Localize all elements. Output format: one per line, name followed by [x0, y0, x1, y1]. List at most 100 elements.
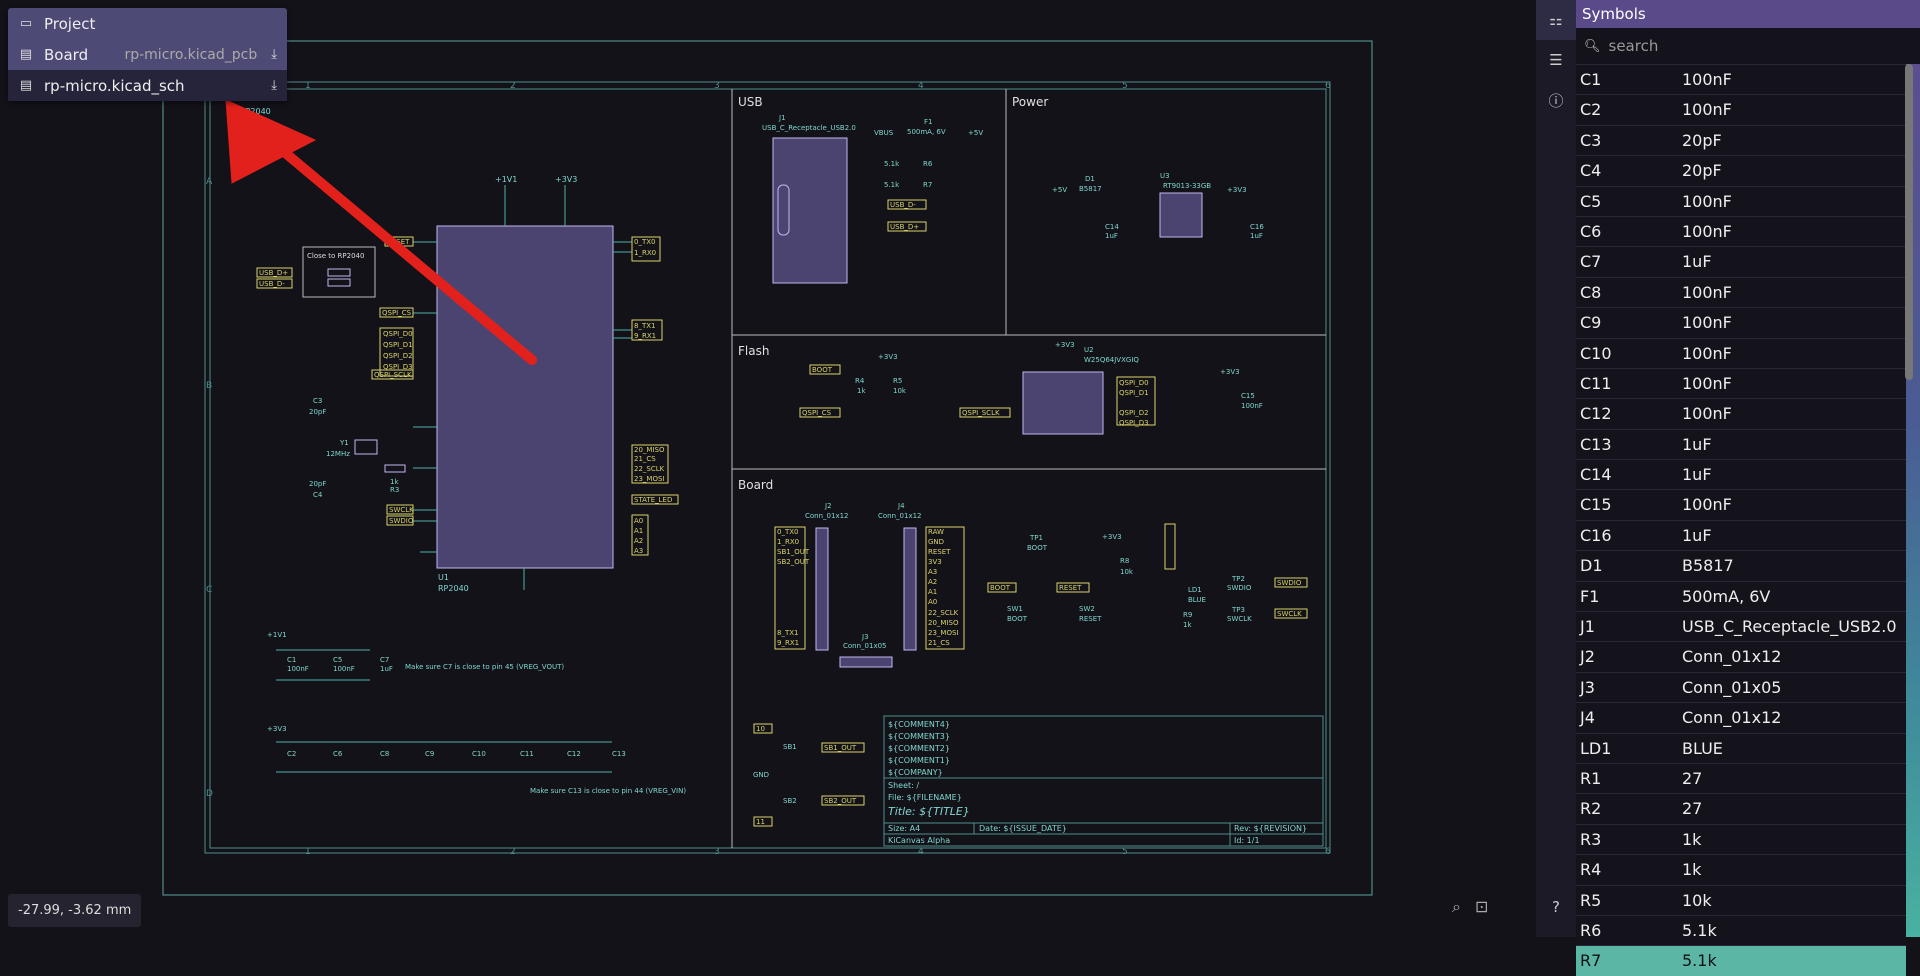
svg-text:2: 2	[510, 847, 516, 857]
svg-text:+3V3: +3V3	[878, 353, 898, 361]
symbol-row[interactable]: C12 100nF	[1576, 398, 1906, 429]
symbol-ref: J2	[1580, 647, 1595, 667]
symbol-value: 20pF	[1682, 130, 1722, 150]
symbol-row[interactable]: C15 100nF	[1576, 489, 1906, 520]
symbol-row[interactable]: C7 1uF	[1576, 246, 1906, 277]
symbol-row[interactable]: R1 27	[1576, 762, 1906, 794]
svg-text:+3V3: +3V3	[1227, 186, 1247, 194]
list-icon[interactable]: ☰	[1536, 40, 1576, 80]
symbol-row[interactable]: C1 100nF	[1576, 64, 1906, 95]
svg-text:RAW: RAW	[928, 528, 944, 536]
schematic-drawing[interactable]: 1 2 3 4 5 6 1 2 3 4 5 6 A B C D USB Power Flash Board…	[0, 0, 1536, 937]
symbol-row[interactable]: C11 100nF	[1576, 367, 1906, 399]
symbol-row[interactable]: C16 1uF	[1576, 519, 1906, 551]
download-icon[interactable]: ⤓	[271, 47, 277, 62]
svg-text:6: 6	[1325, 81, 1331, 91]
svg-text:J1: J1	[778, 114, 786, 122]
symbol-value: Conn_01x12	[1682, 647, 1782, 667]
symbol-row[interactable]: C8 100nF	[1576, 276, 1906, 308]
symbol-row[interactable]: C13 1uF	[1576, 428, 1906, 460]
symbols-icon[interactable]: ⚏	[1536, 0, 1576, 40]
svg-text:+3V3: +3V3	[555, 175, 577, 184]
symbol-row[interactable]: C3 20pF	[1576, 124, 1906, 156]
svg-text:10: 10	[756, 725, 765, 733]
help-icon[interactable]: ?	[1536, 887, 1576, 927]
symbol-value: 100nF	[1682, 313, 1732, 333]
symbol-value: 100nF	[1682, 282, 1732, 302]
zoom-to-page-icon[interactable]: ⊡	[1475, 897, 1488, 917]
svg-text:4: 4	[918, 847, 924, 857]
schematic-canvas[interactable]: 1 2 3 4 5 6 1 2 3 4 5 6 A B C D USB Power Flash Board…	[0, 0, 1536, 937]
symbol-row[interactable]: D1 B5817	[1576, 550, 1906, 581]
svg-text:A3: A3	[928, 568, 937, 576]
symbol-row[interactable]: C6 100nF	[1576, 215, 1906, 247]
download-icon[interactable]: ⤓	[271, 78, 277, 93]
svg-text:QSPI_D1: QSPI_D1	[1119, 389, 1149, 397]
svg-text:C6: C6	[333, 750, 343, 758]
svg-text:1k: 1k	[390, 478, 399, 486]
svg-text:SWCLK: SWCLK	[1227, 615, 1252, 623]
svg-text:A3: A3	[634, 547, 643, 555]
symbol-row[interactable]: R6 5.1k	[1576, 914, 1906, 946]
title-rev: Rev: ${REVISION}	[1234, 824, 1307, 833]
symbol-row[interactable]: R2 27	[1576, 793, 1906, 824]
symbol-row[interactable]: C2 100nF	[1576, 94, 1906, 125]
scrollbar[interactable]	[1905, 64, 1913, 380]
symbol-row[interactable]: J1 USB_C_Receptacle_USB2.0	[1576, 611, 1906, 642]
svg-text:SW1: SW1	[1007, 605, 1023, 613]
symbol-row[interactable]: R7 5.1k	[1576, 945, 1906, 976]
svg-text:5: 5	[1122, 847, 1128, 857]
search-input[interactable]	[1606, 36, 1912, 56]
symbol-ref: C1	[1580, 70, 1602, 89]
svg-text:U1: U1	[438, 573, 449, 582]
svg-text:U3: U3	[1160, 172, 1170, 180]
svg-text:R4: R4	[855, 377, 865, 385]
symbol-ref: R2	[1580, 799, 1602, 819]
symbol-row[interactable]: F1 500mA, 6V	[1576, 580, 1906, 612]
symbol-value: 500mA, 6V	[1682, 586, 1771, 606]
zoom-to-selection-icon[interactable]: ⌕	[1452, 897, 1461, 917]
svg-text:C8: C8	[380, 750, 389, 758]
symbol-value: 100nF	[1682, 70, 1732, 89]
svg-text:USB_D+: USB_D+	[259, 269, 288, 277]
symbol-value: 100nF	[1682, 191, 1732, 211]
symbol-ref: D1	[1580, 556, 1603, 576]
svg-text:SB1: SB1	[783, 743, 797, 751]
svg-text:QSPI_D3: QSPI_D3	[1119, 419, 1149, 427]
symbol-row[interactable]: C9 100nF	[1576, 307, 1906, 338]
svg-text:W25Q64JVXGIQ: W25Q64JVXGIQ	[1084, 356, 1139, 364]
info-icon[interactable]: ⓘ	[1536, 80, 1576, 120]
symbol-value: 1uF	[1682, 252, 1712, 272]
symbol-row[interactable]: J2 Conn_01x12	[1576, 641, 1906, 672]
symbol-row[interactable]: J4 Conn_01x12	[1576, 702, 1906, 733]
symbol-ref: C2	[1580, 100, 1602, 120]
svg-text:B: B	[206, 381, 212, 391]
board-file-item[interactable]: ▤ Board rp-micro.kicad_pcb ⤓	[8, 39, 287, 70]
svg-text:BLUE: BLUE	[1188, 596, 1206, 604]
symbol-row[interactable]: C10 100nF	[1576, 337, 1906, 368]
svg-text:TP1: TP1	[1029, 534, 1043, 542]
svg-text:A0: A0	[928, 598, 937, 606]
symbol-row[interactable]: J3 Conn_01x05	[1576, 671, 1906, 703]
svg-text:9_RX1: 9_RX1	[634, 332, 656, 340]
project-header[interactable]: ▭ Project	[8, 8, 287, 39]
svg-text:SB2_OUT: SB2_OUT	[824, 797, 857, 805]
svg-text:A: A	[206, 177, 213, 187]
symbol-row[interactable]: C5 100nF	[1576, 185, 1906, 216]
symbol-ref: LD1	[1580, 738, 1612, 758]
symbol-row[interactable]: R4 1k	[1576, 854, 1906, 885]
symbol-value: 100nF	[1682, 100, 1732, 120]
symbol-row[interactable]: C14 1uF	[1576, 459, 1906, 490]
svg-text:Conn_01x12: Conn_01x12	[805, 512, 849, 520]
symbol-row[interactable]: R5 10k	[1576, 884, 1906, 915]
schematic-file-item[interactable]: ▤ rp-micro.kicad_sch ⤓	[8, 70, 287, 101]
svg-text:+3V3: +3V3	[1102, 533, 1122, 541]
svg-text:STATE_LED: STATE_LED	[634, 496, 672, 504]
svg-text:22_SCLK: 22_SCLK	[634, 465, 665, 473]
symbol-row[interactable]: R3 1k	[1576, 823, 1906, 855]
svg-text:SWDIO: SWDIO	[1227, 584, 1252, 592]
svg-text:C1: C1	[287, 656, 296, 664]
symbol-row[interactable]: C4 20pF	[1576, 155, 1906, 186]
symbol-row[interactable]: LD1 BLUE	[1576, 732, 1906, 763]
svg-text:Make sure C7 is close to pin 4: Make sure C7 is close to pin 45 (VREG_VO…	[405, 663, 564, 671]
